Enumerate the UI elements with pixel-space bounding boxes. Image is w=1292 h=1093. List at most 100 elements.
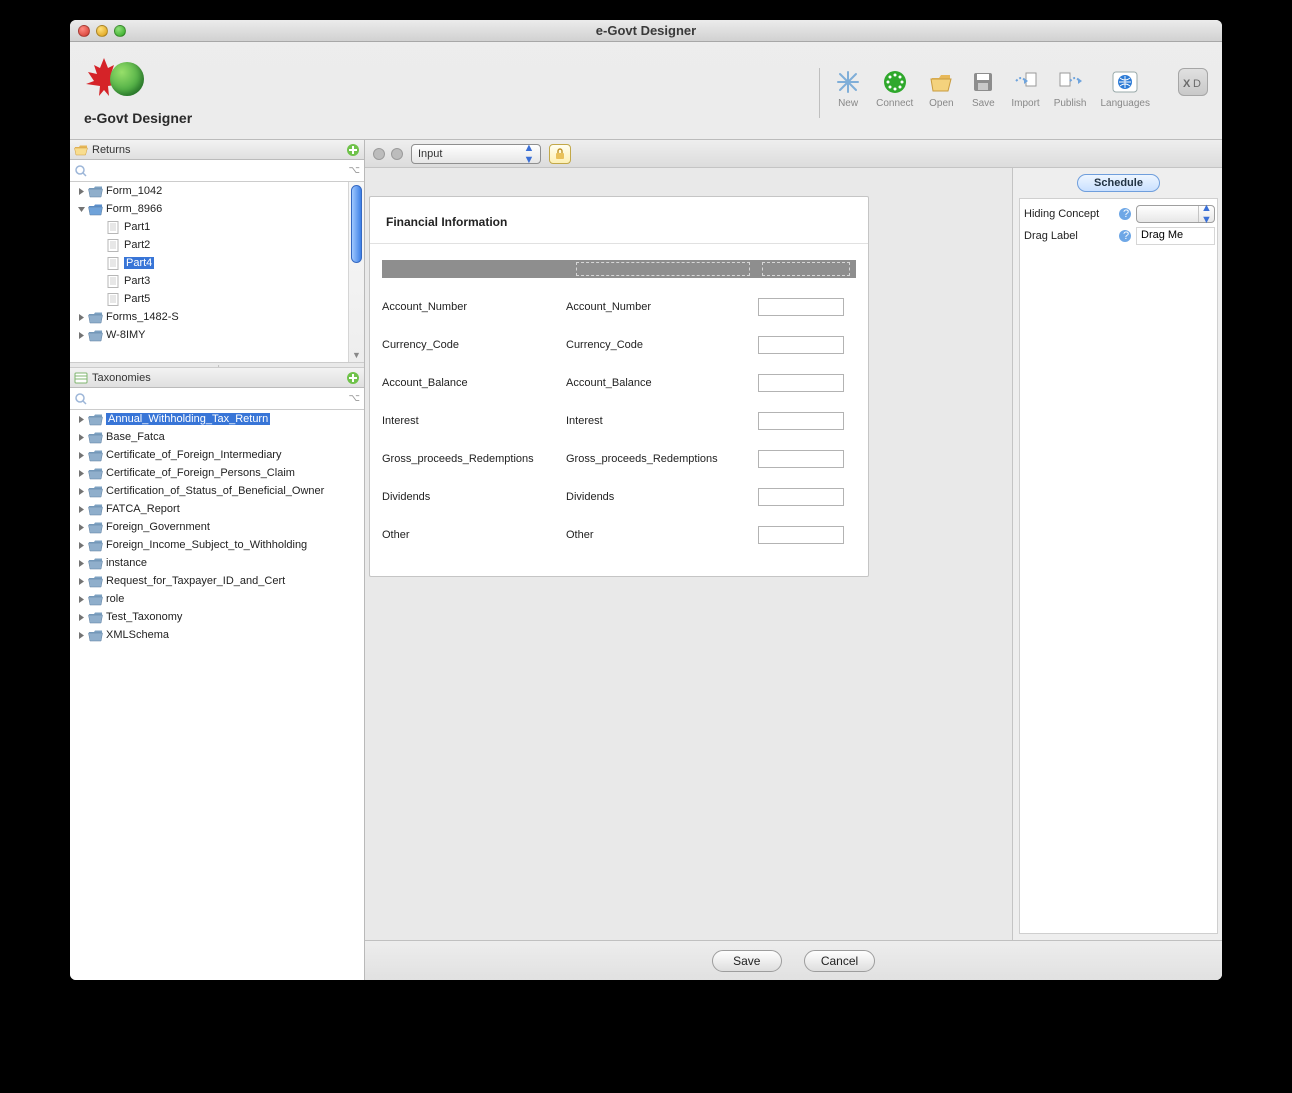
import-button[interactable]: Import (1011, 68, 1039, 109)
tree-item-label: Part3 (124, 275, 150, 287)
tree-item[interactable]: Request_for_Taxpayer_ID_and_Cert (70, 573, 348, 589)
tree-item[interactable]: Part3 (70, 273, 348, 289)
taxonomies-search[interactable]: ⌥ (70, 388, 364, 410)
disclosure-triangle-icon[interactable] (76, 594, 87, 605)
field-input[interactable] (758, 336, 844, 354)
disclosure-triangle-icon[interactable] (76, 612, 87, 623)
tree-item-label: Foreign_Income_Subject_to_Withholding (106, 539, 307, 551)
help-icon[interactable]: ? (1118, 207, 1132, 221)
hiding-concept-select[interactable]: ▲▼ (1136, 205, 1215, 223)
publish-button[interactable]: Publish (1054, 68, 1087, 109)
canvas[interactable]: Financial Information Account_Number Acc… (365, 168, 1012, 940)
tree-item[interactable]: Foreign_Government (70, 519, 348, 535)
tree-item[interactable]: Part2 (70, 237, 348, 253)
field-input[interactable] (758, 488, 844, 506)
tree-item[interactable]: Part4 (70, 255, 348, 271)
publish-label: Publish (1054, 98, 1087, 109)
scrollbar[interactable]: ▲ ▼ (348, 182, 364, 362)
save-icon (969, 68, 997, 96)
tree-item[interactable]: Part1 (70, 219, 348, 235)
connect-button[interactable]: Connect (876, 68, 913, 109)
disclosure-triangle-icon[interactable] (76, 522, 87, 533)
disclosure-triangle-icon[interactable] (76, 312, 87, 323)
disclosure-triangle-icon[interactable] (76, 486, 87, 497)
minimize-window-button[interactable] (96, 25, 108, 37)
tree-item[interactable]: Part5 (70, 291, 348, 307)
tree-item-label: Request_for_Taxpayer_ID_and_Cert (106, 575, 285, 587)
tree-item[interactable]: Certificate_of_Foreign_Intermediary (70, 447, 348, 463)
mode-select[interactable]: Input ▲▼ (411, 144, 541, 164)
tree-item[interactable]: Form_1042 (70, 183, 348, 199)
languages-button[interactable]: Languages (1101, 68, 1151, 109)
tree-item[interactable]: Certificate_of_Foreign_Persons_Claim (70, 465, 348, 481)
form-row: Other Other (382, 516, 856, 554)
form-row: Account_Number Account_Number (382, 288, 856, 326)
tree-item[interactable]: Foreign_Income_Subject_to_Withholding (70, 537, 348, 553)
disclosure-triangle-icon[interactable] (76, 576, 87, 587)
tree-item[interactable]: FATCA_Report (70, 501, 348, 517)
tree-item[interactable]: Certification_of_Status_of_Beneficial_Ow… (70, 483, 348, 499)
disclosure-triangle-icon[interactable] (76, 330, 87, 341)
tree-item-label: Part5 (124, 293, 150, 305)
disclosure-triangle-icon[interactable] (76, 504, 87, 515)
cancel-button[interactable]: Cancel (804, 950, 875, 972)
main-area: Input ▲▼ Financial Information Account_N… (365, 140, 1222, 980)
tree-item[interactable]: instance (70, 555, 348, 571)
pager-next[interactable] (391, 148, 403, 160)
save-toolbar-button[interactable]: Save (969, 68, 997, 109)
tree-item[interactable]: role (70, 591, 348, 607)
tree-item[interactable]: XMLSchema (70, 627, 348, 643)
close-window-button[interactable] (78, 25, 90, 37)
add-return-icon[interactable] (346, 143, 360, 157)
search-icon (74, 164, 88, 178)
xd-chip[interactable]: XD (1178, 68, 1208, 96)
tree-item[interactable]: Annual_Withholding_Tax_Return (70, 411, 348, 427)
panel-resizer[interactable] (70, 362, 364, 368)
open-button[interactable]: Open (927, 68, 955, 109)
new-button[interactable]: New (834, 68, 862, 109)
scroll-down-icon[interactable]: ▼ (349, 348, 364, 362)
form-card: Financial Information Account_Number Acc… (369, 196, 869, 577)
returns-search[interactable]: ⌥ (70, 160, 364, 182)
disclosure-triangle-icon[interactable] (76, 540, 87, 551)
prop-label: Hiding Concept (1024, 208, 1114, 220)
tree-item-label: Certification_of_Status_of_Beneficial_Ow… (106, 485, 324, 497)
disclosure-triangle-icon[interactable] (76, 468, 87, 479)
pager-prev[interactable] (373, 148, 385, 160)
field-label: Other (382, 529, 566, 541)
returns-panel-header: Returns (70, 140, 364, 160)
tree-item[interactable]: Test_Taxonomy (70, 609, 348, 625)
disclosure-triangle-icon[interactable] (76, 450, 87, 461)
scroll-thumb[interactable] (351, 185, 362, 263)
languages-icon (1111, 68, 1139, 96)
field-input[interactable] (758, 374, 844, 392)
form-row: Currency_Code Currency_Code (382, 326, 856, 364)
tab-schedule[interactable]: Schedule (1077, 174, 1160, 192)
publish-icon (1056, 68, 1084, 96)
field-input[interactable] (758, 412, 844, 430)
disclosure-triangle-icon[interactable] (76, 558, 87, 569)
field-input[interactable] (758, 450, 844, 468)
field-input[interactable] (758, 526, 844, 544)
tree-item[interactable]: Form_8966 (70, 201, 348, 217)
lock-button[interactable] (549, 144, 571, 164)
disclosure-triangle-icon[interactable] (76, 630, 87, 641)
tree-item[interactable]: Base_Fatca (70, 429, 348, 445)
save-button[interactable]: Save (712, 950, 782, 972)
disclosure-triangle-icon[interactable] (76, 414, 87, 425)
disclosure-triangle-icon[interactable] (76, 186, 87, 197)
form-row: Account_Balance Account_Balance (382, 364, 856, 402)
disclosure-triangle-icon[interactable] (76, 432, 87, 443)
tree-item[interactable]: Forms_1482-S (70, 309, 348, 325)
drag-target[interactable]: Drag Me (1136, 227, 1215, 245)
new-label: New (838, 98, 858, 109)
add-taxonomy-icon[interactable] (346, 371, 360, 385)
svg-text:?: ? (1123, 208, 1129, 220)
tree-item[interactable]: W-8IMY (70, 327, 348, 343)
field-label: Interest (382, 415, 566, 427)
tree-item-label: Foreign_Government (106, 521, 210, 533)
disclosure-triangle-icon[interactable] (76, 204, 87, 215)
help-icon[interactable]: ? (1118, 229, 1132, 243)
zoom-window-button[interactable] (114, 25, 126, 37)
field-input[interactable] (758, 298, 844, 316)
